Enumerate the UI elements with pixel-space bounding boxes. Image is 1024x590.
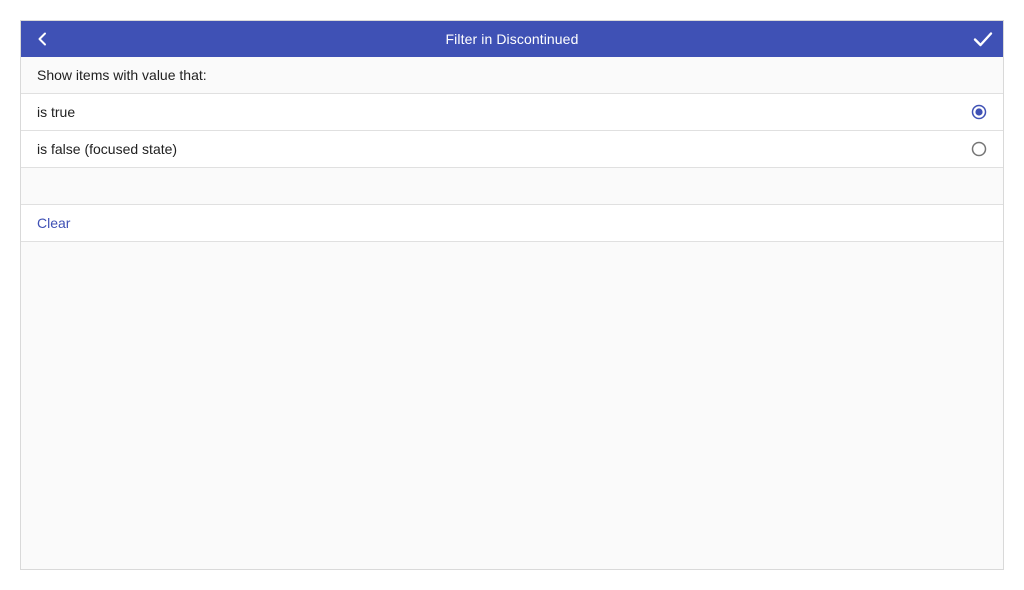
radio-checked-icon bbox=[971, 104, 987, 120]
clear-button[interactable]: Clear bbox=[37, 215, 70, 231]
checkmark-icon bbox=[973, 32, 993, 47]
option-label: is false (focused state) bbox=[37, 141, 178, 157]
confirm-button[interactable] bbox=[969, 25, 997, 53]
option-is-true[interactable]: is true bbox=[21, 94, 1003, 131]
filter-prompt-row: Show items with value that: bbox=[21, 57, 1003, 94]
back-button[interactable] bbox=[29, 25, 57, 53]
clear-row: Clear bbox=[21, 205, 1003, 242]
chevron-left-icon bbox=[38, 32, 46, 46]
radio-unselected[interactable] bbox=[971, 141, 987, 157]
filter-panel: Filter in Discontinued Show items with v… bbox=[20, 20, 1004, 570]
radio-selected[interactable] bbox=[971, 104, 987, 120]
filter-prompt: Show items with value that: bbox=[37, 67, 207, 83]
radio-unchecked-icon bbox=[971, 141, 987, 157]
title-bar: Filter in Discontinued bbox=[21, 21, 1003, 57]
page-title: Filter in Discontinued bbox=[445, 31, 579, 47]
option-is-false[interactable]: is false (focused state) bbox=[21, 131, 1003, 168]
spacer-row bbox=[21, 168, 1003, 205]
option-label: is true bbox=[37, 104, 76, 120]
